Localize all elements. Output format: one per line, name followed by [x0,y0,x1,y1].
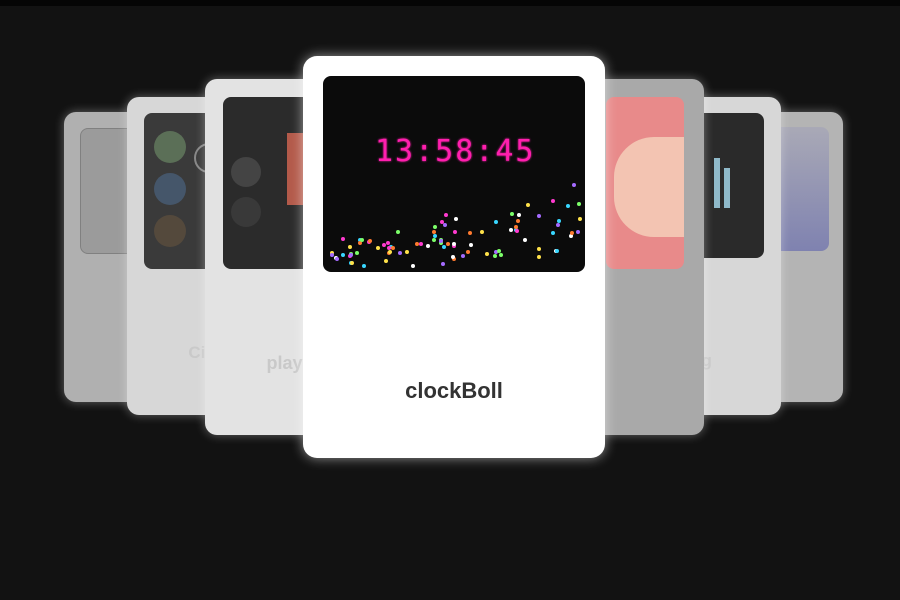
ball-particle [391,245,396,250]
ball-particle [433,225,438,230]
ball-particle [556,222,561,227]
ball-particle [508,227,513,232]
anatomy-image [614,137,684,237]
ball-particle [569,231,574,236]
ball-particle [554,249,559,254]
ball-particle [566,203,571,208]
ball-particle [576,230,581,235]
ball-particle [411,263,416,268]
ball-particle [485,252,490,257]
ball-particle [577,217,582,222]
ball-particle [426,244,431,249]
ball-particle [453,217,458,222]
ball-particle [537,255,542,260]
ball-particle [387,249,392,254]
ball-particle [451,254,456,259]
ball-particle [551,198,556,203]
ball-particle [341,252,346,257]
ball-particle [386,245,391,250]
ball-particle [347,245,352,250]
ball-particle [517,212,522,217]
ball-particle [441,261,446,266]
ball-particle [469,242,474,247]
ball-particle [368,239,373,244]
ball-particle [414,241,419,246]
circle-image [231,197,261,227]
ball-particle [404,250,409,255]
ball-particle [335,257,340,262]
ball-particle [494,220,499,225]
ball-particle [537,247,542,252]
ball-particle [537,214,542,219]
ball-particle [460,253,465,258]
ball-particle [556,218,561,223]
ball-particle [397,250,402,255]
ball-particle [340,237,345,242]
ball-particle [349,261,354,266]
ball-particle [516,219,521,224]
ball-particle [375,246,380,251]
ball-particle [358,240,363,245]
circle-image [154,131,186,163]
card-thumbnail [606,97,684,269]
ball-particle [362,264,367,269]
ball-particle [497,248,502,253]
ball-particle [577,202,582,207]
ball-particle [432,233,437,238]
ball-particle [498,253,503,258]
carousel-card-clockboll[interactable]: 13:58:45 clockBoll [303,56,605,458]
ball-particle [510,212,515,217]
ball-particle [522,238,527,243]
ball-particle [396,229,401,234]
ball-particle [514,228,519,233]
ball-particle [384,258,389,263]
circle-image [154,215,186,247]
ball-particle [441,245,446,250]
circle-image [231,157,261,187]
clock-preview: 13:58:45 [323,76,585,272]
clock-digits: 13:58:45 [375,134,536,169]
ball-particle [550,231,555,236]
circle-image [154,173,186,205]
ball-particle [467,230,472,235]
ball-particle [355,251,360,256]
ball-particle [452,229,457,234]
ball-particle [492,254,497,259]
top-bar [0,0,900,6]
ball-particle [418,242,423,246]
ball-particle [360,237,365,242]
ball-particle [479,230,484,235]
ball-particle [431,238,436,243]
ball-particle [572,182,577,187]
ball-particle [349,252,354,257]
ball-particle [442,223,447,228]
ball-particle [465,249,470,254]
ball-particle [526,202,531,207]
card-label-clockboll: clockBoll [405,378,503,403]
ball-particle [446,242,451,247]
ball-particle [443,212,448,217]
